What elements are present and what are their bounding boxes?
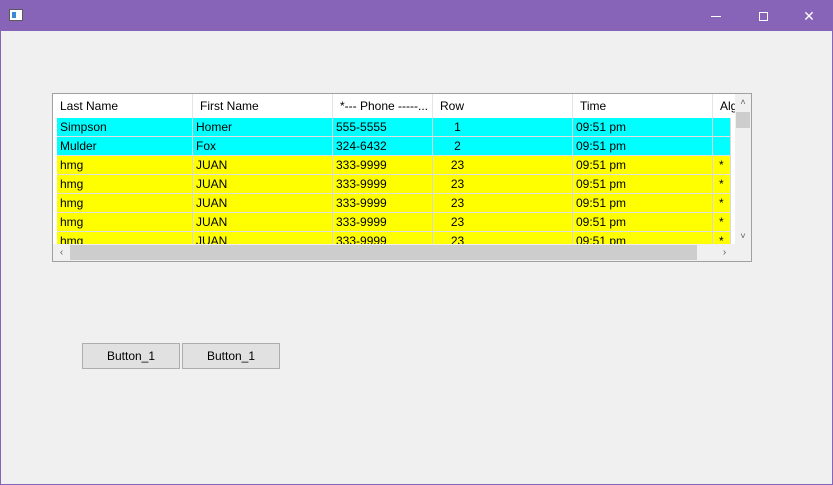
table-row[interactable]: hmg JUAN 333-9999 23 09:51 pm *: [57, 194, 731, 213]
cell-time[interactable]: 09:51 pm: [573, 194, 713, 213]
cell-time[interactable]: 09:51 pm: [573, 137, 713, 156]
cell-time[interactable]: 09:51 pm: [573, 156, 713, 175]
table-row[interactable]: Mulder Fox 324-6432 2 09:51 pm: [57, 137, 731, 156]
cell-row[interactable]: 2: [433, 137, 573, 156]
cell-last-name[interactable]: Mulder: [57, 137, 193, 156]
scroll-left-icon[interactable]: ‹: [53, 244, 70, 261]
column-header-last-name[interactable]: Last Name: [53, 94, 193, 118]
table-row[interactable]: Simpson Homer 555-5555 1 09:51 pm: [57, 118, 731, 137]
cell-first-name[interactable]: Fox: [193, 137, 333, 156]
grid-header: Last Name First Name *--- Phone -----...…: [53, 94, 735, 118]
column-header-phone[interactable]: *--- Phone -----...: [333, 94, 433, 118]
cell-last-name[interactable]: hmg: [57, 156, 193, 175]
cell-time[interactable]: 09:51 pm: [573, 118, 713, 137]
cell-first-name[interactable]: Homer: [193, 118, 333, 137]
cell-alg[interactable]: *: [713, 175, 731, 194]
scroll-down-icon[interactable]: ˅: [735, 228, 751, 244]
maximize-icon: [758, 11, 768, 21]
close-icon: ✕: [803, 7, 815, 24]
table-row[interactable]: hmg JUAN 333-9999 23 09:51 pm *: [57, 175, 731, 194]
app-icon: [9, 9, 23, 21]
maximize-button[interactable]: [740, 1, 786, 31]
grid-rows: Simpson Homer 555-5555 1 09:51 pm Mulder Fox 32…: [57, 118, 731, 244]
table-row[interactable]: hmg JUAN 333-9999 23 09:51 pm *: [57, 213, 731, 232]
vertical-scrollbar[interactable]: ˄ ˅: [735, 94, 751, 244]
cell-time[interactable]: 09:51 pm: [573, 213, 713, 232]
cell-time[interactable]: 09:51 pm: [573, 232, 713, 244]
column-header-alg[interactable]: Alg: [713, 94, 735, 118]
cell-phone[interactable]: 333-9999: [333, 232, 433, 244]
cell-phone[interactable]: 555-5555: [333, 118, 433, 137]
cell-phone[interactable]: 333-9999: [333, 156, 433, 175]
cell-alg[interactable]: [713, 118, 731, 137]
table-row[interactable]: hmg JUAN 333-9999 23 09:51 pm *: [57, 232, 731, 244]
column-header-time[interactable]: Time: [573, 94, 713, 118]
title-bar[interactable]: ✕: [1, 1, 832, 31]
cell-alg[interactable]: *: [713, 213, 731, 232]
scroll-up-icon[interactable]: ˄: [735, 94, 751, 110]
horizontal-scrollbar[interactable]: ‹ ›: [53, 244, 735, 261]
cell-phone[interactable]: 333-9999: [333, 175, 433, 194]
cell-row[interactable]: 1: [433, 118, 573, 137]
cell-row[interactable]: 23: [433, 156, 573, 175]
cell-time[interactable]: 09:51 pm: [573, 175, 713, 194]
cell-phone[interactable]: 333-9999: [333, 213, 433, 232]
cell-first-name[interactable]: JUAN: [193, 213, 333, 232]
button-1[interactable]: Button_1: [82, 343, 180, 369]
minimize-button[interactable]: [693, 1, 739, 31]
cell-first-name[interactable]: JUAN: [193, 232, 333, 244]
cell-first-name[interactable]: JUAN: [193, 156, 333, 175]
column-header-row[interactable]: Row: [433, 94, 573, 118]
column-header-first-name[interactable]: First Name: [193, 94, 333, 118]
close-button[interactable]: ✕: [786, 1, 832, 31]
cell-alg[interactable]: *: [713, 232, 731, 244]
main-window: ✕ Last Name First Name *--- Phone -----.…: [0, 0, 833, 485]
cell-phone[interactable]: 333-9999: [333, 194, 433, 213]
horizontal-scroll-thumb[interactable]: [70, 245, 697, 260]
cell-last-name[interactable]: hmg: [57, 175, 193, 194]
data-grid[interactable]: Last Name First Name *--- Phone -----...…: [52, 93, 752, 262]
grid-viewport: Last Name First Name *--- Phone -----...…: [53, 94, 735, 244]
scroll-right-icon[interactable]: ›: [716, 244, 733, 261]
cell-alg[interactable]: [713, 137, 731, 156]
table-row[interactable]: hmg JUAN 333-9999 23 09:51 pm *: [57, 156, 731, 175]
cell-last-name[interactable]: hmg: [57, 194, 193, 213]
cell-last-name[interactable]: hmg: [57, 232, 193, 244]
cell-first-name[interactable]: JUAN: [193, 194, 333, 213]
cell-last-name[interactable]: Simpson: [57, 118, 193, 137]
cell-row[interactable]: 23: [433, 232, 573, 244]
cell-first-name[interactable]: JUAN: [193, 175, 333, 194]
vertical-scroll-thumb[interactable]: [736, 112, 750, 128]
minimize-icon: [711, 15, 721, 17]
cell-row[interactable]: 23: [433, 175, 573, 194]
cell-alg[interactable]: *: [713, 156, 731, 175]
cell-alg[interactable]: *: [713, 194, 731, 213]
cell-row[interactable]: 23: [433, 194, 573, 213]
button-2[interactable]: Button_1: [182, 343, 280, 369]
cell-row[interactable]: 23: [433, 213, 573, 232]
cell-last-name[interactable]: hmg: [57, 213, 193, 232]
cell-phone[interactable]: 324-6432: [333, 137, 433, 156]
